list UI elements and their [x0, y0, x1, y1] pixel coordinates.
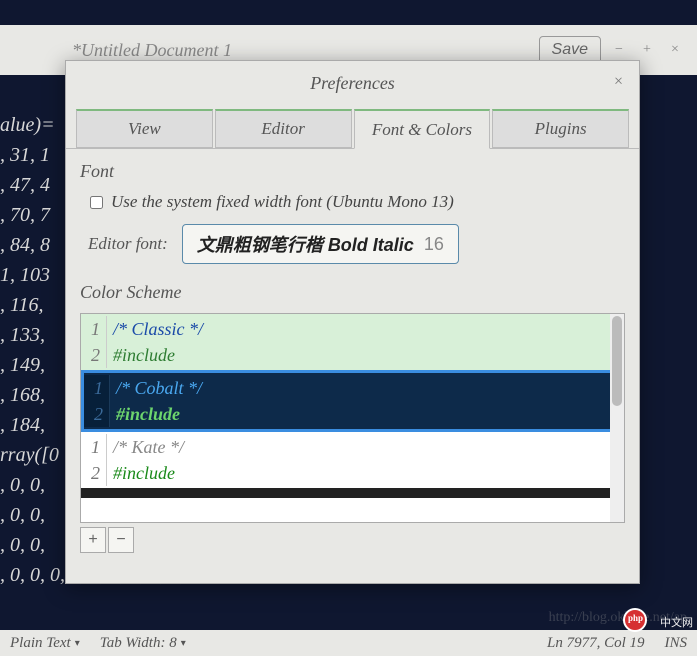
close-icon[interactable]: ×: [614, 73, 623, 91]
maximize-button[interactable]: +: [637, 42, 657, 58]
tab-width-selector[interactable]: Tab Width: 8▾: [100, 635, 186, 652]
dialog-title: Preferences: [310, 73, 395, 94]
tab-view[interactable]: View: [76, 109, 213, 148]
color-scheme-section-label: Color Scheme: [80, 282, 625, 303]
use-system-font-label: Use the system fixed width font (Ubuntu …: [111, 192, 454, 212]
color-scheme-list[interactable]: 1/* Classic */2#include 1/* Cobalt */2#i…: [80, 313, 625, 523]
remove-scheme-button[interactable]: −: [108, 527, 134, 553]
status-bar: Plain Text▾ Tab Width: 8▾ Ln 7977, Col 1…: [0, 630, 697, 656]
close-window-button[interactable]: ×: [665, 42, 685, 58]
tab-font-colors[interactable]: Font & Colors: [354, 109, 491, 149]
php-logo-icon: [623, 608, 647, 632]
document-title: *Untitled Document 1: [12, 40, 539, 61]
editor-font-button[interactable]: 文鼎粗钢笔行楷 Bold Italic 16: [182, 224, 459, 264]
add-scheme-button[interactable]: +: [80, 527, 106, 553]
font-name: 文鼎粗钢笔行楷 Bold Italic: [197, 231, 414, 257]
preference-tabs: ViewEditorFont & ColorsPlugins: [66, 109, 639, 149]
font-section-label: Font: [80, 161, 625, 182]
editor-font-label: Editor font:: [88, 234, 168, 254]
insert-mode: INS: [665, 635, 688, 652]
scrollbar[interactable]: [610, 314, 624, 522]
scheme-classic[interactable]: 1/* Classic */2#include: [81, 314, 624, 370]
preferences-dialog: Preferences × ViewEditorFont & ColorsPlu…: [65, 60, 640, 584]
tab-editor[interactable]: Editor: [215, 109, 352, 148]
cursor-position: Ln 7977, Col 19: [547, 635, 645, 652]
font-size: 16: [424, 234, 444, 255]
watermark-brand: 中文网: [660, 614, 693, 630]
scheme-kate[interactable]: 1/* Kate */2#include: [81, 432, 624, 488]
syntax-mode-selector[interactable]: Plain Text▾: [10, 635, 80, 652]
use-system-font-checkbox[interactable]: [90, 196, 103, 209]
scheme-cobalt[interactable]: 1/* Cobalt */2#include: [81, 370, 624, 432]
tab-plugins[interactable]: Plugins: [492, 109, 629, 148]
minimize-button[interactable]: −: [609, 42, 629, 58]
